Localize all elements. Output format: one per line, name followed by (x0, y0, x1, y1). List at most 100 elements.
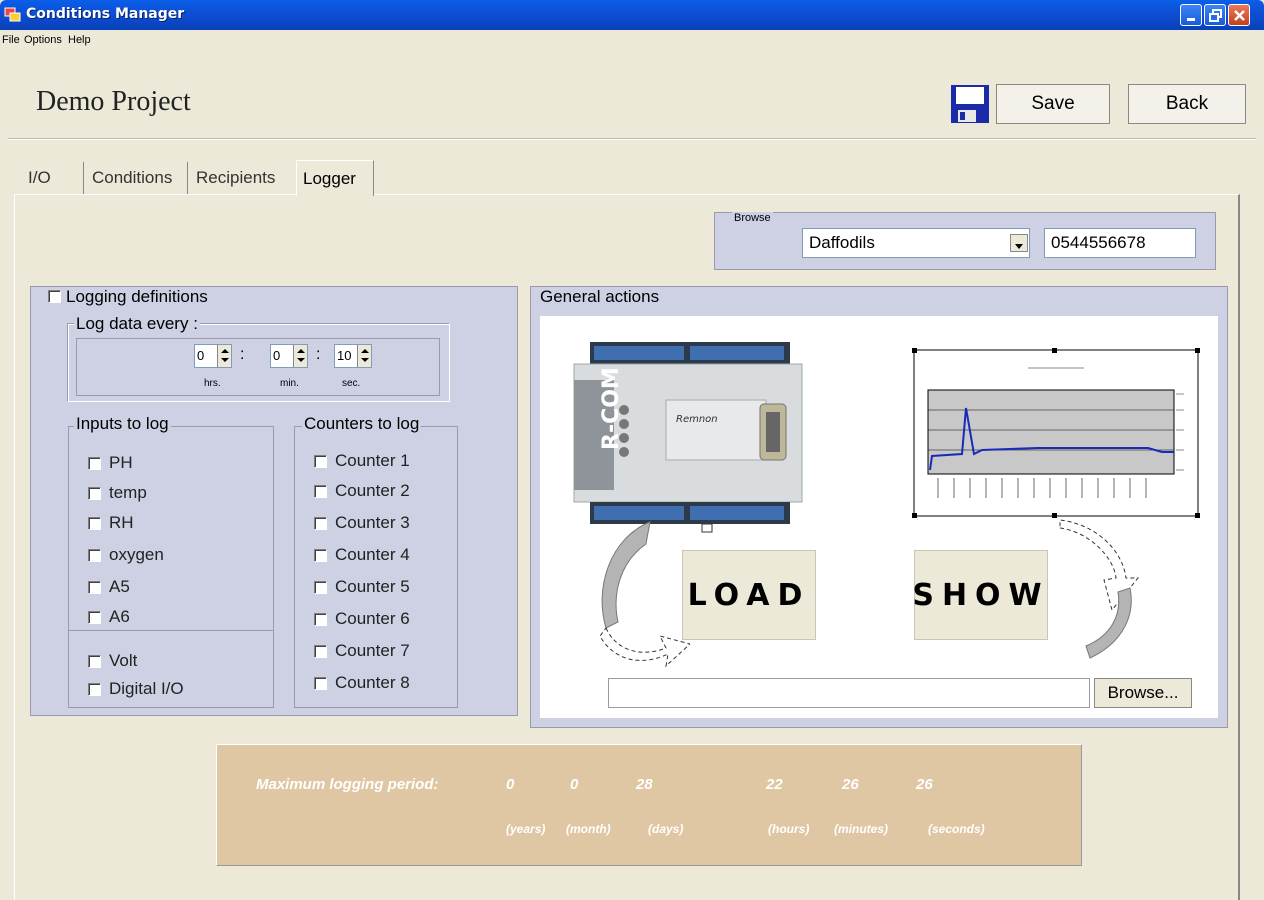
counter-label: Counter 3 (335, 513, 410, 532)
checkbox[interactable] (88, 516, 101, 530)
checkbox[interactable] (88, 548, 101, 562)
project-title: Demo Project (36, 86, 191, 117)
logging-definitions-label: Logging definitions (66, 287, 208, 306)
close-icon (1234, 10, 1245, 21)
hours-unit: hrs. (204, 378, 221, 389)
counter-checkbox-6[interactable]: Counter 6 (314, 608, 410, 630)
counter-checkbox-8[interactable]: Counter 8 (314, 672, 410, 694)
site-select-value: Daffodils (809, 233, 875, 252)
checkbox[interactable] (88, 486, 101, 500)
counter-checkbox-3[interactable]: Counter 3 (314, 512, 410, 534)
checkbox[interactable] (314, 454, 327, 468)
checkbox[interactable] (314, 676, 327, 690)
max-hours-unit: (hours) (768, 822, 810, 836)
window-titlebar[interactable]: Conditions Manager (0, 0, 1264, 30)
hours-stepper[interactable]: 0 (194, 344, 232, 368)
rcom-device-image: R-COM Remnon (573, 342, 803, 533)
save-button[interactable]: Save (996, 84, 1110, 124)
max-years-value: 0 (506, 776, 515, 793)
input-label: temp (109, 483, 147, 502)
tab-logger[interactable]: Logger (296, 160, 374, 196)
checkbox[interactable] (88, 580, 101, 594)
time-separator: : (240, 346, 245, 363)
load-button[interactable]: LOAD (682, 550, 816, 640)
logging-definitions-checkbox[interactable] (48, 290, 61, 303)
counter-checkbox-2[interactable]: Counter 2 (314, 480, 410, 502)
log-every-inner (76, 338, 440, 396)
minutes-value: 0 (273, 348, 281, 363)
app-icon (4, 7, 21, 22)
max-years-unit: (years) (506, 822, 546, 836)
menu-help[interactable]: Help (68, 34, 91, 46)
counter-label: Counter 6 (335, 609, 410, 628)
counter-checkbox-4[interactable]: Counter 4 (314, 544, 410, 566)
tab-recipients[interactable]: Recipients (190, 162, 294, 194)
counter-checkbox-1[interactable]: Counter 1 (314, 450, 410, 472)
counters-to-log-legend: Counters to log (302, 414, 422, 434)
counter-label: Counter 7 (335, 641, 410, 660)
input-label: Volt (109, 651, 138, 670)
chart-thumbnail-image (912, 348, 1200, 518)
phone-number-field[interactable]: 0544556678 (1044, 228, 1196, 258)
max-month-unit: (month) (566, 822, 611, 836)
checkbox[interactable] (314, 484, 327, 498)
input-checkbox-a6[interactable]: A6 (88, 606, 130, 628)
minutes-spin-icon[interactable] (293, 345, 307, 367)
input-label: A5 (109, 577, 130, 596)
max-days-value: 28 (636, 776, 653, 793)
checkbox[interactable] (314, 580, 327, 594)
maximize-button[interactable] (1204, 4, 1226, 26)
checkbox[interactable] (314, 612, 327, 626)
minutes-stepper[interactable]: 0 (270, 344, 308, 368)
input-checkbox-a5[interactable]: A5 (88, 576, 130, 598)
max-hours-value: 22 (766, 776, 783, 793)
seconds-unit: sec. (342, 378, 361, 389)
back-button[interactable]: Back (1128, 84, 1246, 124)
dropdown-arrow-icon[interactable] (1010, 234, 1028, 252)
input-label: oxygen (109, 545, 164, 564)
checkbox[interactable] (314, 644, 327, 658)
counter-checkbox-7[interactable]: Counter 7 (314, 640, 410, 662)
checkbox[interactable] (314, 516, 327, 530)
input-checkbox-oxygen[interactable]: oxygen (88, 544, 164, 566)
input-checkbox-volt[interactable]: Volt (88, 650, 137, 672)
checkbox[interactable] (314, 548, 327, 562)
counter-label: Counter 5 (335, 577, 410, 596)
seconds-stepper[interactable]: 10 (334, 344, 372, 368)
counter-label: Counter 2 (335, 481, 410, 500)
input-checkbox-digital-io[interactable]: Digital I/O (88, 678, 184, 700)
menu-options[interactable]: Options (24, 34, 62, 46)
tab-conditions[interactable]: Conditions (86, 162, 188, 194)
input-checkbox-ph[interactable]: PH (88, 452, 133, 474)
checkbox[interactable] (88, 654, 101, 668)
checkbox[interactable] (88, 682, 101, 696)
menu-file[interactable]: File (2, 34, 20, 46)
close-button[interactable] (1228, 4, 1250, 26)
max-days-unit: (days) (648, 822, 684, 836)
curved-arrow-icon (1059, 519, 1140, 659)
browse-file-button[interactable]: Browse... (1094, 678, 1192, 708)
input-checkbox-rh[interactable]: RH (88, 512, 134, 534)
checkbox[interactable] (88, 456, 101, 470)
hours-spin-icon[interactable] (217, 345, 231, 367)
counter-label: Counter 4 (335, 545, 410, 564)
input-label: Digital I/O (109, 679, 184, 698)
input-label: RH (109, 513, 134, 532)
checkbox[interactable] (88, 610, 101, 624)
counter-checkbox-5[interactable]: Counter 5 (314, 576, 410, 598)
show-button[interactable]: SHOW (912, 550, 1048, 640)
seconds-spin-icon[interactable] (357, 345, 371, 367)
logging-definitions-toggle[interactable]: Logging definitions (46, 287, 212, 307)
general-actions-legend: General actions (538, 287, 662, 307)
minimize-icon (1187, 18, 1195, 21)
tab-io[interactable]: I/O (22, 162, 84, 194)
window-title: Conditions Manager (26, 6, 185, 22)
restore-icon (1209, 9, 1222, 22)
header-divider (8, 138, 1256, 140)
input-label: A6 (109, 607, 130, 626)
site-select[interactable]: Daffodils (802, 228, 1030, 258)
file-path-input[interactable] (608, 678, 1090, 708)
max-minutes-value: 26 (842, 776, 859, 793)
input-checkbox-temp[interactable]: temp (88, 482, 147, 504)
minimize-button[interactable] (1180, 4, 1202, 26)
